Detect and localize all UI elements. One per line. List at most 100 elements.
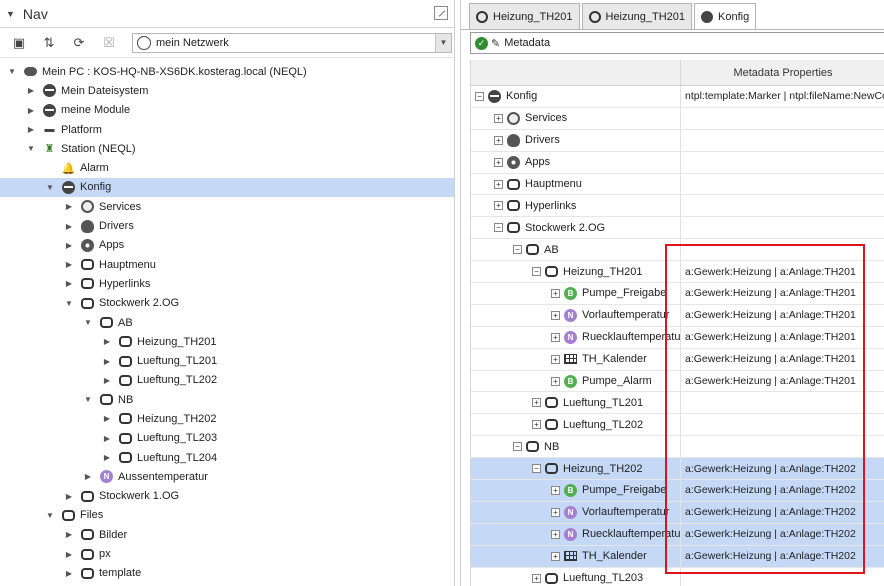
metadata-cell[interactable] xyxy=(681,152,884,173)
metadata-cell[interactable] xyxy=(681,392,884,413)
expand-toggle-icon[interactable]: + xyxy=(532,398,541,408)
expand-toggle-icon[interactable]: + xyxy=(551,332,560,342)
expanded-caret-icon[interactable]: ▼ xyxy=(44,181,56,193)
expand-toggle-icon[interactable]: + xyxy=(551,288,560,298)
tree-node[interactable]: ▶ Heizung_TH201 xyxy=(0,332,454,351)
collapsed-caret-icon[interactable]: ▶ xyxy=(101,452,113,464)
tree-node[interactable]: ▶ px xyxy=(0,544,454,563)
metadata-cell[interactable] xyxy=(681,436,884,457)
tree-node[interactable]: ▶ Mein Dateisystem xyxy=(0,81,454,100)
metadata-cell[interactable]: a:Gewerk:Heizung | a:Anlage:TH201 xyxy=(681,283,884,304)
close-icon[interactable]: ☒ xyxy=(98,32,120,54)
table-row[interactable]: + B Pumpe_Freigabe a:Gewerk:Heizung | a:Anl… xyxy=(471,283,884,305)
collapsed-caret-icon[interactable]: ▶ xyxy=(63,567,75,579)
metadata-cell[interactable] xyxy=(681,108,884,129)
tree-node[interactable]: ▼ NB xyxy=(0,390,454,409)
expand-toggle-icon[interactable]: + xyxy=(494,179,503,189)
metadata-cell[interactable]: a:Gewerk:Heizung | a:Anlage:TH202 xyxy=(681,480,884,501)
tree-node[interactable]: ▶ meine Module xyxy=(0,101,454,120)
tree-node[interactable]: ▶ Lueftung_TL203 xyxy=(0,429,454,448)
expand-toggle-icon[interactable]: + xyxy=(494,113,503,123)
collapse-toggle-icon[interactable]: − xyxy=(532,267,541,277)
table-row[interactable]: + Lueftung_TL203 xyxy=(471,567,884,586)
table-row[interactable]: − NB xyxy=(471,436,884,459)
table-row[interactable]: + TH_Kalender a:Gewerk:Heizung | a:Anlage:… xyxy=(471,545,884,568)
metadata-cell[interactable] xyxy=(681,414,884,435)
expand-toggle-icon[interactable]: + xyxy=(494,135,503,145)
metadata-cell[interactable]: a:Gewerk:Heizung | a:Anlage:TH201 xyxy=(681,305,884,326)
expand-toggle-icon[interactable]: + xyxy=(551,529,560,539)
table-row[interactable]: + Lueftung_TL201 xyxy=(471,392,884,415)
expanded-caret-icon[interactable]: ▼ xyxy=(82,317,94,329)
metadata-cell[interactable]: a:Gewerk:Heizung | a:Anlage:TH201 xyxy=(681,349,884,370)
name-column-header[interactable] xyxy=(471,60,681,85)
collapse-toggle-icon[interactable]: − xyxy=(475,91,484,101)
refresh-icon[interactable]: ⟳ xyxy=(68,32,90,54)
table-row[interactable]: + N Vorlauftemperatur a:Gewerk:Heizung | a:… xyxy=(471,304,884,327)
expand-toggle-icon[interactable]: + xyxy=(532,573,541,583)
table-row[interactable]: + Apps xyxy=(471,151,884,174)
new-folder-icon[interactable]: ▣ xyxy=(8,32,30,54)
expand-toggle-icon[interactable]: + xyxy=(551,376,560,386)
metadata-cell[interactable]: a:Gewerk:Heizung | a:Anlage:TH202 xyxy=(681,502,884,523)
collapsed-caret-icon[interactable]: ▶ xyxy=(25,124,37,136)
expand-toggle-icon[interactable]: + xyxy=(494,201,503,211)
tree-node[interactable]: ▶ Apps xyxy=(0,236,454,255)
table-row[interactable]: − AB xyxy=(471,239,884,262)
collapsed-caret-icon[interactable]: ▶ xyxy=(63,278,75,290)
metadata-cell[interactable]: a:Gewerk:Heizung | a:Anlage:TH201 xyxy=(681,261,884,282)
tree-node[interactable]: ▶ Lueftung_TL201 xyxy=(0,351,454,370)
table-row[interactable]: + N Vorlauftemperatur a:Gewerk:Heizung | a:… xyxy=(471,501,884,524)
metadata-cell[interactable] xyxy=(681,195,884,216)
metadata-cell[interactable] xyxy=(681,239,884,260)
metadata-cell[interactable] xyxy=(681,174,884,195)
tree-node[interactable]: ▶ Heizung_TH202 xyxy=(0,409,454,428)
metadata-properties-header[interactable]: Metadata Properties xyxy=(681,60,884,85)
tree-node[interactable]: 🔔 Alarm xyxy=(0,158,454,177)
tree-node[interactable]: ▶ Hyperlinks xyxy=(0,274,454,293)
tree-node[interactable]: ▼ Stockwerk 2.OG xyxy=(0,294,454,313)
expanded-caret-icon[interactable]: ▼ xyxy=(63,297,75,309)
expand-toggle-icon[interactable]: + xyxy=(532,420,541,430)
expanded-caret-icon[interactable]: ▼ xyxy=(44,509,56,521)
table-row[interactable]: + Lueftung_TL202 xyxy=(471,414,884,437)
collapsed-caret-icon[interactable]: ▶ xyxy=(101,432,113,444)
tree-node[interactable]: ▶ Bilder xyxy=(0,525,454,544)
table-row[interactable]: + B Pumpe_Freigabe a:Gewerk:Heizung | a:Anl… xyxy=(471,480,884,502)
network-select[interactable]: mein Netzwerk ▼ xyxy=(132,32,452,53)
maximize-icon[interactable] xyxy=(434,6,448,20)
tree-node[interactable]: ▶ Lueftung_TL204 xyxy=(0,448,454,467)
tree-node[interactable]: ▶ Hauptmenu xyxy=(0,255,454,274)
tree-node[interactable]: ▶ Drivers xyxy=(0,216,454,235)
tree-node[interactable]: ▼ Konfig xyxy=(0,177,454,198)
collapse-toggle-icon[interactable]: − xyxy=(494,223,503,233)
metadata-cell[interactable] xyxy=(681,217,884,238)
collapsed-caret-icon[interactable]: ▶ xyxy=(101,413,113,425)
expanded-caret-icon[interactable]: ▼ xyxy=(25,143,37,155)
metadata-cell[interactable]: a:Gewerk:Heizung | a:Anlage:TH202 xyxy=(681,458,884,479)
table-row[interactable]: + N Ruecklauftemperatur a:Gewerk:Heizung | … xyxy=(471,523,884,546)
collapsed-caret-icon[interactable]: ▶ xyxy=(63,490,75,502)
dropdown-arrow-icon[interactable]: ▼ xyxy=(435,33,451,52)
expand-toggle-icon[interactable]: + xyxy=(551,551,560,561)
metadata-cell[interactable] xyxy=(681,568,884,586)
collapsed-caret-icon[interactable]: ▶ xyxy=(82,471,94,483)
collapsed-caret-icon[interactable]: ▶ xyxy=(63,239,75,251)
collapsed-caret-icon[interactable]: ▶ xyxy=(63,548,75,560)
checkmark-icon[interactable]: ✓ xyxy=(475,36,488,50)
table-row[interactable]: + TH_Kalender a:Gewerk:Heizung | a:Anlage:… xyxy=(471,348,884,371)
metadata-cell[interactable] xyxy=(681,130,884,151)
pencil-icon[interactable]: ✎ xyxy=(491,37,500,50)
tree-node[interactable]: ▶ N Aussentemperatur xyxy=(0,467,454,486)
table-row[interactable]: + N Ruecklauftemperatur a:Gewerk:Heizung | … xyxy=(471,326,884,349)
expand-toggle-icon[interactable]: + xyxy=(551,485,560,495)
collapsed-caret-icon[interactable]: ▶ xyxy=(63,529,75,541)
tab-heizung-th201[interactable]: Heizung_TH201 xyxy=(581,3,692,29)
table-row[interactable]: + Services xyxy=(471,107,884,130)
tree-node[interactable]: ▶ template xyxy=(0,564,454,583)
collapsed-caret-icon[interactable]: ▶ xyxy=(101,336,113,348)
collapse-toggle-icon[interactable]: − xyxy=(532,464,541,474)
tree-node[interactable]: ▶ Stockwerk 1.OG xyxy=(0,487,454,506)
metadata-cell[interactable]: ntpl:template:Marker | ntpl:fileName:New… xyxy=(681,86,884,107)
expanded-caret-icon[interactable]: ▼ xyxy=(6,66,18,78)
